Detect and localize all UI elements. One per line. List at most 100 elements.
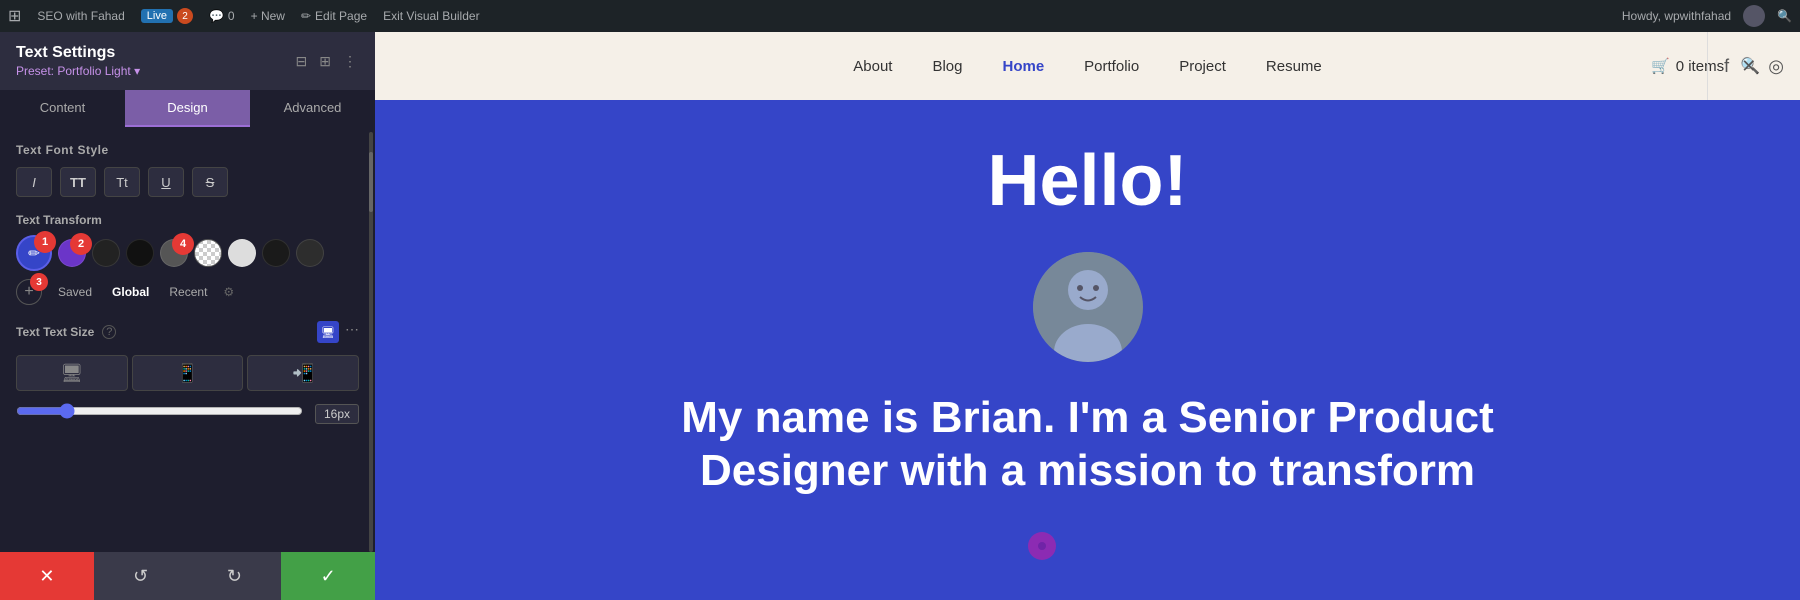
right-content: About Blog Home Portfolio Project Resume… bbox=[375, 32, 1800, 600]
help-icon[interactable]: ? bbox=[102, 325, 116, 339]
add-btn-wrapper: + 3 bbox=[16, 279, 42, 305]
font-style-row: I TT Tt U S bbox=[16, 167, 359, 197]
panel-footer: ✕ ↺ ↻ ✓ bbox=[0, 552, 375, 600]
avatar-svg bbox=[1033, 252, 1143, 362]
panel-content: Text Font Style I TT Tt U S Text Transfo… bbox=[0, 127, 375, 552]
mobile-btn[interactable]: 📲 bbox=[247, 355, 359, 391]
global-tab[interactable]: Global bbox=[108, 283, 153, 301]
social-icons-area: f ✕ ◎ bbox=[1707, 32, 1800, 100]
tab-content[interactable]: Content bbox=[0, 90, 125, 127]
font-style-label: Text Font Style bbox=[16, 143, 359, 157]
nav-project[interactable]: Project bbox=[1179, 58, 1226, 75]
nav-portfolio[interactable]: Portfolio bbox=[1084, 58, 1139, 75]
panel-title: Text Settings bbox=[16, 44, 140, 62]
hero-title: Hello! bbox=[987, 140, 1187, 222]
preset-dropdown-icon[interactable]: ▾ bbox=[134, 64, 140, 78]
color-swatch-light[interactable] bbox=[228, 239, 256, 267]
color-swatch-transparent[interactable] bbox=[194, 239, 222, 267]
scrollbar-thumb bbox=[369, 152, 373, 212]
color-picker-wrapper: ✏ 1 bbox=[16, 235, 52, 271]
expand-icon[interactable]: ⊞ bbox=[317, 51, 333, 72]
nav-resume[interactable]: Resume bbox=[1266, 58, 1322, 75]
uppercase-btn[interactable]: TT bbox=[60, 167, 96, 197]
redo-btn[interactable]: ↻ bbox=[188, 552, 282, 600]
admin-bar-right: Howdy, wpwithfahad 🔍 bbox=[1622, 5, 1792, 27]
site-nav: About Blog Home Portfolio Project Resume… bbox=[375, 32, 1800, 100]
strikethrough-btn[interactable]: S bbox=[192, 167, 228, 197]
comment-count: 0 bbox=[228, 9, 235, 23]
comment-icon: 💬 bbox=[209, 9, 224, 23]
hero-avatar bbox=[1033, 252, 1143, 362]
swatch-2-wrapper: 2 bbox=[58, 239, 86, 267]
panel-header: Text Settings Preset: Portfolio Light ▾ … bbox=[0, 32, 375, 90]
size-controls: 🖥 ⋯ bbox=[317, 321, 359, 343]
tablet-btn[interactable]: 📱 bbox=[132, 355, 244, 391]
nav-home[interactable]: Home bbox=[1002, 58, 1044, 75]
tab-design[interactable]: Design bbox=[125, 90, 250, 127]
preset-link[interactable]: Preset: Portfolio Light bbox=[16, 64, 131, 78]
pencil-icon: ✏ bbox=[301, 9, 311, 23]
live-item[interactable]: Live 2 bbox=[141, 8, 193, 24]
recent-tab[interactable]: Recent bbox=[165, 283, 211, 301]
nav-blog[interactable]: Blog bbox=[932, 58, 962, 75]
notif-count: 2 bbox=[177, 8, 193, 24]
italic-btn[interactable]: I bbox=[16, 167, 52, 197]
panel-header-icons: ⊟ ⊞ ⋮ bbox=[294, 51, 359, 72]
minimize-icon[interactable]: ⊟ bbox=[294, 51, 310, 72]
color-swatch-black1[interactable] bbox=[262, 239, 290, 267]
color-picker-btn[interactable]: ✏ 1 bbox=[16, 235, 52, 271]
slider-value[interactable]: 16px bbox=[315, 404, 359, 424]
undo-btn[interactable]: ↺ bbox=[94, 552, 188, 600]
badge-1: 1 bbox=[34, 231, 56, 253]
instagram-icon[interactable]: ◎ bbox=[1768, 56, 1784, 77]
size-slider-wrapper bbox=[16, 403, 303, 424]
exit-builder-label: Exit Visual Builder bbox=[383, 9, 480, 23]
redo-icon: ↻ bbox=[227, 566, 242, 587]
facebook-icon[interactable]: f bbox=[1724, 56, 1729, 77]
underline-btn[interactable]: U bbox=[148, 167, 184, 197]
live-badge: Live bbox=[141, 9, 173, 23]
new-item[interactable]: + New bbox=[251, 9, 285, 23]
confirm-icon: ✓ bbox=[321, 566, 336, 587]
search-icon-admin[interactable]: 🔍 bbox=[1777, 9, 1792, 23]
device-desktop-active[interactable]: 🖥 bbox=[317, 321, 339, 343]
panel-subtitle: Preset: Portfolio Light ▾ bbox=[16, 64, 140, 78]
color-settings-icon[interactable]: ⚙ bbox=[223, 285, 234, 299]
color-swatch-dark2[interactable] bbox=[126, 239, 154, 267]
new-label: + New bbox=[251, 9, 285, 23]
slider-row: 16px bbox=[16, 403, 359, 424]
cancel-icon: ✕ bbox=[39, 566, 54, 587]
device-row: 🖥 📱 📲 bbox=[16, 355, 359, 391]
more-options-icon[interactable]: ⋮ bbox=[341, 51, 359, 72]
purple-dot-inner bbox=[1038, 542, 1046, 550]
cancel-btn[interactable]: ✕ bbox=[0, 552, 94, 600]
saved-tab[interactable]: Saved bbox=[54, 283, 96, 301]
main-container: Text Settings Preset: Portfolio Light ▾ … bbox=[0, 32, 1800, 600]
badge-2: 2 bbox=[70, 233, 92, 255]
color-swatch-dark1[interactable] bbox=[92, 239, 120, 267]
capitalize-btn[interactable]: Tt bbox=[104, 167, 140, 197]
comment-item[interactable]: 💬 0 bbox=[209, 9, 235, 23]
desktop-btn[interactable]: 🖥 bbox=[16, 355, 128, 391]
twitter-icon[interactable]: ✕ bbox=[1741, 56, 1756, 77]
exit-builder-item[interactable]: Exit Visual Builder bbox=[383, 9, 480, 23]
edit-page-item[interactable]: ✏ Edit Page bbox=[301, 9, 367, 23]
site-name-item[interactable]: SEO with Fahad bbox=[37, 9, 124, 23]
hero-section: Hello! My name is Brian. I'm a Senio bbox=[375, 100, 1800, 600]
wp-logo-icon: ⊞ bbox=[8, 6, 21, 26]
confirm-btn[interactable]: ✓ bbox=[281, 552, 375, 600]
wp-logo-item[interactable]: ⊞ bbox=[8, 6, 21, 26]
color-row: ✏ 1 2 4 bbox=[16, 235, 359, 271]
left-panel: Text Settings Preset: Portfolio Light ▾ … bbox=[0, 32, 375, 600]
size-slider[interactable] bbox=[16, 403, 303, 419]
tab-advanced[interactable]: Advanced bbox=[250, 90, 375, 127]
swatch-4-wrapper: 4 bbox=[160, 239, 188, 267]
nav-about[interactable]: About bbox=[853, 58, 892, 75]
badge-3: 3 bbox=[30, 273, 48, 291]
purple-dot bbox=[1028, 532, 1056, 560]
site-name-label: SEO with Fahad bbox=[37, 9, 124, 23]
color-swatch-black2[interactable] bbox=[296, 239, 324, 267]
panel-scrollbar[interactable] bbox=[369, 132, 373, 552]
size-more-options[interactable]: ⋯ bbox=[345, 321, 359, 343]
panel-tabs: Content Design Advanced bbox=[0, 90, 375, 127]
